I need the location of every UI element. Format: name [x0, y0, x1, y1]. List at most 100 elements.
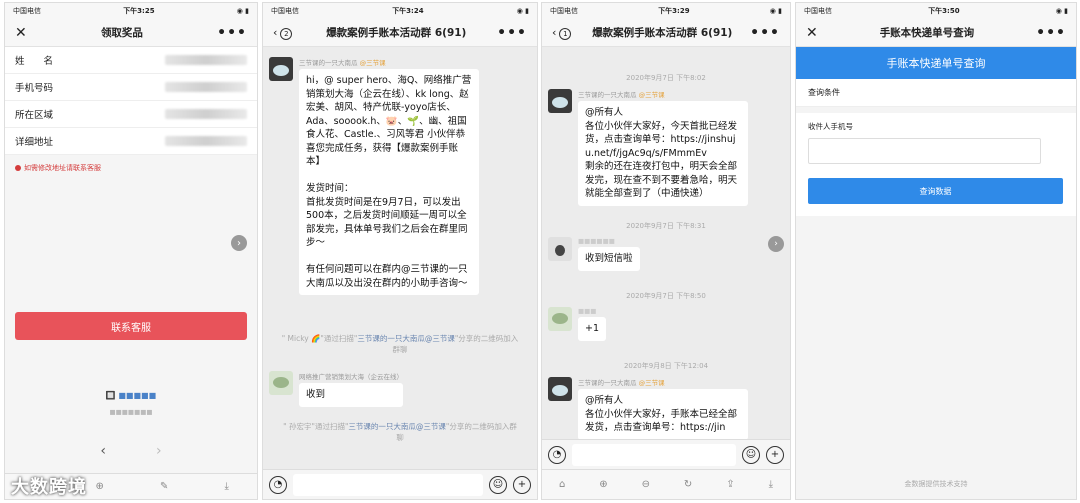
emoji-icon[interactable]: ☺	[742, 445, 760, 464]
avatar[interactable]	[548, 307, 572, 331]
blurred-value	[165, 136, 247, 146]
emoji-icon[interactable]: ☺	[489, 475, 507, 494]
message-input[interactable]	[293, 473, 483, 496]
zoom-in-icon[interactable]: ⊕	[599, 479, 607, 490]
page-title: 领取奖品	[100, 27, 143, 39]
back-button[interactable]: ‹ 2	[273, 26, 295, 40]
chat-title: 爆款案例手账本活动群 6(91)	[326, 27, 467, 39]
message-bubble[interactable]: @所有人 各位小伙伴大家好，今天首批已经发货，点击查询单号：https://ji…	[578, 101, 748, 206]
status-bar: 中国电信 下午3:24 ◉ ▮	[263, 3, 537, 19]
chat-title: 爆款案例手账本活动群 6(91)	[592, 27, 733, 39]
zoom-in-icon[interactable]: ⊕	[96, 481, 104, 492]
form-row-address[interactable]: 详细地址	[5, 128, 257, 155]
zoom-out-icon[interactable]: ⊖	[642, 479, 650, 490]
chat-message: 三节课的一只大南瓜 @三节课 @所有人 各位小伙伴大家好，手账本已经全部发货，点…	[548, 377, 748, 440]
status-bar: 中国电信 下午3:25 ◉ ▮	[5, 3, 257, 19]
timestamp: 2020年9月7日 下午8:50	[626, 292, 706, 300]
home-icon[interactable]: ⌂	[559, 479, 565, 490]
carrier-label: 中国电信	[13, 7, 41, 15]
watermark: 大数跨境	[11, 477, 87, 498]
query-button[interactable]: 查询数据	[808, 178, 1063, 204]
field-label: 手机号码	[15, 83, 54, 94]
warning-text: 如需修改地址请联系客服	[5, 155, 257, 181]
chevron-right-icon[interactable]: ›	[768, 236, 784, 252]
phone-label: 收件人手机号	[808, 122, 853, 131]
chat-area: 三节课的一只大南瓜 @三节课 hi，@ super hero、海Q、网络推广营销…	[263, 49, 537, 469]
chat-message: ■■■ +1	[548, 307, 607, 341]
chat-area: 2020年9月7日 下午8:02 三节课的一只大南瓜 @三节课 @所有人 各位小…	[542, 49, 790, 469]
avatar[interactable]	[548, 237, 572, 261]
avatar[interactable]	[269, 57, 293, 81]
clock: 下午3:29	[658, 7, 690, 15]
back-arrow-icon[interactable]: ‹	[100, 443, 106, 465]
bottom-toolbar: ⌂ ⊕ ⊖ ↻ ⇪ ⤓	[542, 469, 790, 499]
back-button[interactable]: ‹ 1	[552, 26, 574, 40]
rotate-icon[interactable]: ↻	[684, 479, 692, 490]
avatar[interactable]	[548, 89, 572, 113]
phone-screen-chat-2: 中国电信 下午3:29 ◉ ▮ ‹ 1 爆款案例手账本活动群 6(91) ••• …	[541, 2, 791, 500]
sender-name: 三节课的一只大南瓜 @三节课	[578, 91, 665, 99]
forward-arrow-icon[interactable]: ›	[156, 443, 162, 465]
form-header: 手账本快递单号查询	[796, 47, 1076, 79]
form-row-phone[interactable]: 手机号码	[5, 74, 257, 101]
nav-bar: ✕ 手账本快递单号查询 •••	[796, 19, 1076, 47]
message-bubble[interactable]: hi，@ super hero、海Q、网络推广营销策划大海（企云在线）、kk l…	[299, 69, 479, 295]
phone-screen-tracking-query: 中国电信 下午3:50 ◉ ▮ ✕ 手账本快递单号查询 ••• 手账本快递单号查…	[795, 2, 1077, 500]
warning-icon	[15, 165, 21, 171]
timestamp: 2020年9月7日 下午8:02	[626, 74, 706, 82]
more-icon[interactable]: •••	[750, 25, 780, 41]
phone-screen-prize-form: 中国电信 下午3:25 ◉ ▮ ✕ 领取奖品 ••• 姓 名 手机号码 所在区域…	[4, 2, 258, 500]
edit-icon[interactable]: ✎	[160, 481, 168, 492]
download-icon[interactable]: ⤓	[769, 479, 773, 490]
nav-bar: ‹ 1 爆款案例手账本活动群 6(91) •••	[542, 19, 790, 47]
close-icon[interactable]: ✕	[15, 25, 27, 41]
download-icon[interactable]: ⤓	[225, 481, 229, 492]
clock: 下午3:25	[123, 7, 155, 15]
form-row-region[interactable]: 所在区域	[5, 101, 257, 128]
blurred-value	[165, 82, 247, 92]
voice-icon[interactable]: ◔	[548, 445, 566, 464]
chat-message: 网络推广营销策划大海（企云在线） 收到	[269, 371, 403, 407]
sender-name: 网络推广营销策划大海（企云在线）	[299, 373, 403, 381]
timestamp: 2020年9月8日 下午12:04	[623, 362, 709, 370]
clock: 下午3:24	[392, 7, 424, 15]
message-bubble[interactable]: @所有人 各位小伙伴大家好，手账本已经全部发货，点击查询单号：https://j…	[578, 389, 748, 440]
form-row-name[interactable]: 姓 名	[5, 47, 257, 74]
plus-icon[interactable]: +	[766, 445, 784, 464]
unread-badge: 1	[559, 27, 572, 40]
blurred-value	[165, 109, 247, 119]
section-title: 查询条件	[796, 79, 1076, 107]
battery-icon: ◉ ▮	[1055, 7, 1068, 15]
chat-message: 三节课的一只大南瓜 @三节课 hi，@ super hero、海Q、网络推广营销…	[269, 57, 479, 295]
message-bubble[interactable]: 收到短信啦	[578, 247, 640, 271]
voice-icon[interactable]: ◔	[269, 475, 287, 494]
carrier-label: 中国电信	[550, 7, 578, 15]
brand-logo: 🔲 ■■■■■	[105, 391, 157, 400]
share-icon[interactable]: ⇪	[726, 479, 734, 490]
message-input[interactable]	[572, 443, 736, 466]
close-icon[interactable]: ✕	[806, 25, 818, 41]
sender-name-blurred: ■■■	[578, 307, 597, 315]
avatar[interactable]	[269, 371, 293, 395]
chevron-right-icon[interactable]: ›	[231, 235, 247, 251]
field-label: 姓 名	[15, 56, 54, 67]
chat-input-bar: ◔ ☺ +	[542, 439, 790, 469]
avatar[interactable]	[548, 377, 572, 401]
contact-service-button[interactable]: 联系客服	[15, 312, 247, 340]
sender-name: 三节课的一只大南瓜 @三节课	[299, 59, 386, 67]
warning-label: 如需修改地址请联系客服	[24, 164, 101, 172]
more-icon[interactable]: •••	[217, 25, 247, 41]
chat-message: 三节课的一只大南瓜 @三节课 @所有人 各位小伙伴大家好，今天首批已经发货，点击…	[548, 89, 748, 206]
query-form: 收件人手机号 查询数据	[796, 113, 1076, 216]
chat-input-bar: ◔ ☺ +	[263, 469, 537, 499]
plus-icon[interactable]: +	[513, 475, 531, 494]
nav-bar: ✕ 领取奖品 •••	[5, 19, 257, 47]
more-icon[interactable]: •••	[497, 25, 527, 41]
message-bubble[interactable]: 收到	[299, 383, 403, 407]
clock: 下午3:50	[928, 7, 960, 15]
field-label: 详细地址	[15, 137, 54, 148]
phone-input[interactable]	[808, 138, 1041, 164]
system-notice: " Micky 🌈"通过扫描"三节课的一只大南瓜@三节课"分享的二维码加入群聊	[281, 334, 519, 354]
more-icon[interactable]: •••	[1036, 25, 1066, 41]
message-bubble[interactable]: +1	[578, 317, 607, 341]
